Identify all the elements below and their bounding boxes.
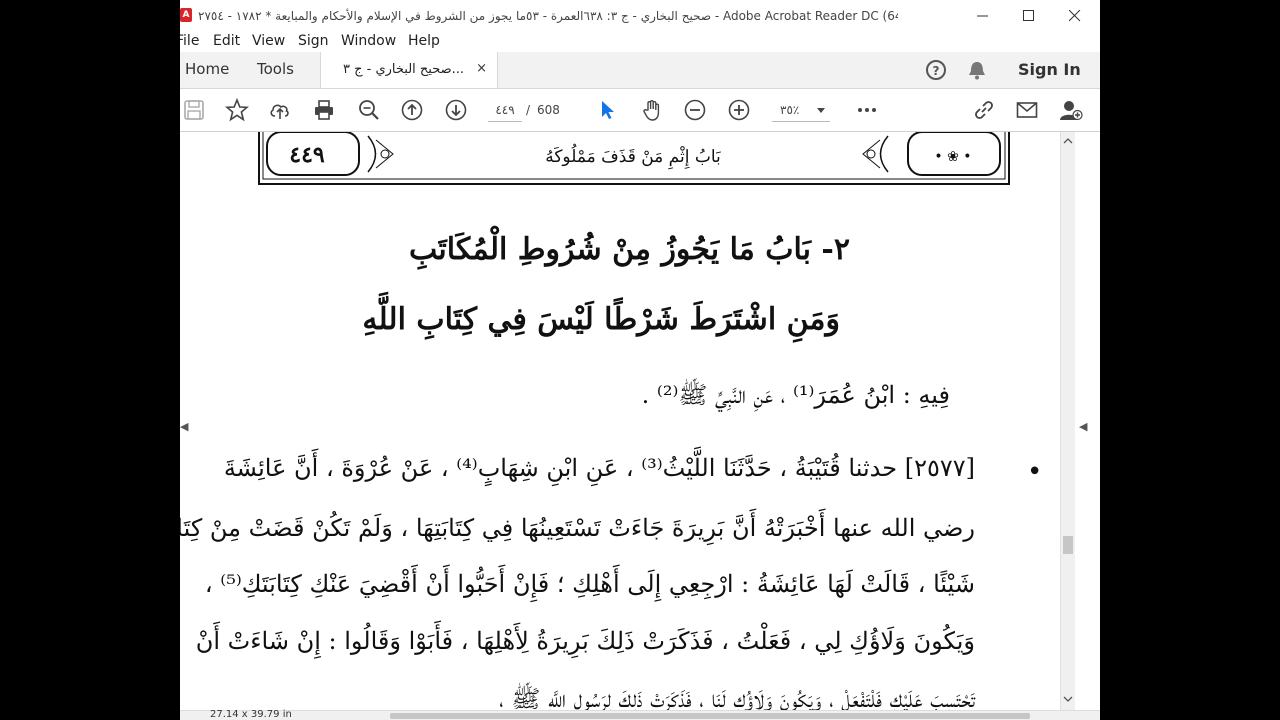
- menu-help[interactable]: Help: [408, 33, 440, 49]
- help-icon[interactable]: ?: [924, 58, 948, 82]
- select-cursor-icon[interactable]: [596, 98, 620, 122]
- title-bar: A صحيح البخاري - ج ٣: ٦٣٨العمرة - ٥٣ما ي…: [180, 0, 1100, 32]
- tab-document[interactable]: صحيح البخاري - ج ٣... ×: [320, 52, 498, 88]
- page-header-ornament: ٤٤٩ بَابُ إِثْمِ مَنْ قَذَفَ مَمْلُوكَهُ…: [258, 132, 1010, 185]
- notification-bell-icon[interactable]: [965, 58, 989, 82]
- menu-sign[interactable]: Sign: [298, 33, 329, 49]
- document-tab-label: صحيح البخاري - ج ٣...: [343, 62, 465, 77]
- chapter-heading-line1: ٢- بَابُ مَا يَجُوزُ مِنْ شُرُوطِ الْمُك…: [408, 232, 850, 267]
- tab-tools[interactable]: Tools: [257, 52, 294, 88]
- scroll-down-icon: [1063, 696, 1073, 702]
- banner-page-number: ٤٤٩: [289, 142, 325, 168]
- tab-bar: Home Tools صحيح البخاري - ج ٣... × ? Sig…: [180, 52, 1100, 89]
- share-link-icon[interactable]: [972, 98, 996, 122]
- save-icon[interactable]: [182, 98, 206, 122]
- tab-home[interactable]: Home: [185, 52, 229, 88]
- zoom-search-icon[interactable]: [357, 98, 381, 122]
- zoom-in-icon[interactable]: [727, 98, 751, 122]
- hand-tool-icon[interactable]: [640, 98, 664, 122]
- menu-bar: File Edit View Sign Window Help: [180, 32, 1100, 52]
- chapter-heading-line2: وَمَنِ اشْتَرَطَ شَرْطًا لَيْسَ فِي كِتَ…: [362, 302, 840, 337]
- upload-cloud-icon[interactable]: [268, 98, 292, 122]
- hadith-line-3: شَيْئًا ، قَالَتْ لَهَا عَائِشَةُ : ارْج…: [204, 570, 975, 598]
- vertical-scroll-thumb[interactable]: [1063, 536, 1073, 554]
- banner-title: بَابُ إِثْمِ مَنْ قَذَفَ مَمْلُوكَهُ: [545, 143, 721, 170]
- right-panel-toggle-icon[interactable]: ◀: [1079, 420, 1087, 433]
- next-page-icon[interactable]: [444, 98, 468, 122]
- zoom-level-value: ٣٥٪: [780, 103, 800, 117]
- add-user-icon[interactable]: [1059, 98, 1083, 122]
- svg-text:• ❀ •: • ❀ •: [934, 149, 971, 165]
- print-icon[interactable]: [312, 98, 336, 122]
- page-number-input[interactable]: ٤٤٩: [488, 99, 522, 122]
- menu-file[interactable]: File: [180, 33, 199, 49]
- hadith-line-5: تَحْتَسِبَ عَلَيْكِ فَلْتَفْعَلْ ، وَيَك…: [499, 685, 975, 710]
- hadith-line-1: [٢٥٧٧] حدثنا قُتَيْبَةُ ، حَدَّثَنَا الل…: [223, 454, 975, 482]
- vertical-scrollbar[interactable]: [1060, 132, 1075, 710]
- page-dimensions: 27.14 x 39.79 in: [210, 709, 292, 720]
- bullet-marker: •: [1027, 457, 1043, 487]
- bookmark-star-icon[interactable]: [225, 98, 249, 122]
- acrobat-app-icon: A: [180, 8, 192, 22]
- fihi-line: فِيهِ : ابْنُ عُمَرَ⁽¹⁾ ، عَنِ النَّبِيِ…: [641, 381, 950, 409]
- close-window-button[interactable]: [1052, 0, 1098, 32]
- menu-view[interactable]: View: [252, 33, 285, 49]
- document-view[interactable]: ٤٤٩ بَابُ إِثْمِ مَنْ قَذَفَ مَمْلُوكَهُ…: [180, 132, 1060, 710]
- horizontal-scroll-thumb[interactable]: [390, 713, 1030, 719]
- maximize-icon: [1023, 10, 1034, 21]
- page-total: 608: [537, 103, 560, 117]
- close-icon: [1069, 10, 1081, 22]
- maximize-button[interactable]: [1006, 0, 1052, 32]
- minimize-button[interactable]: [960, 0, 1006, 32]
- email-icon[interactable]: [1015, 98, 1039, 122]
- minimize-icon: [977, 15, 988, 17]
- more-tools-icon[interactable]: [855, 98, 879, 122]
- scroll-up-icon: [1063, 138, 1073, 144]
- sign-in-button[interactable]: Sign In: [1018, 52, 1081, 88]
- acrobat-window: A صحيح البخاري - ج ٣: ٦٣٨العمرة - ٥٣ما ي…: [180, 0, 1100, 720]
- menu-edit[interactable]: Edit: [213, 33, 240, 49]
- zoom-out-icon[interactable]: [683, 98, 707, 122]
- menu-window[interactable]: Window: [341, 33, 396, 49]
- background-right: [1100, 0, 1280, 720]
- toolbar: ٤٤٩ / 608 ٣٥٪: [180, 89, 1100, 132]
- hadith-line-2: رضي الله عنها أَخْبَرَتْهُ أَنَّ بَرِيرَ…: [180, 514, 975, 542]
- left-panel-toggle-icon[interactable]: ◀: [180, 420, 188, 433]
- chevron-down-icon: [816, 99, 826, 128]
- status-bar: 27.14 x 39.79 in: [180, 709, 1100, 720]
- window-title: صحيح البخاري - ج ٣: ٦٣٨العمرة - ٥٣ما يجو…: [198, 9, 898, 23]
- svg-text:?: ?: [933, 64, 940, 78]
- previous-page-icon[interactable]: [400, 98, 424, 122]
- page-separator: /: [526, 103, 531, 117]
- close-tab-button[interactable]: ×: [476, 52, 487, 86]
- zoom-level-dropdown[interactable]: ٣٥٪: [772, 99, 830, 122]
- hadith-line-4: وَيَكُونَ وَلَاؤُكِ لِي ، فَعَلْتُ ، فَذ…: [195, 627, 975, 655]
